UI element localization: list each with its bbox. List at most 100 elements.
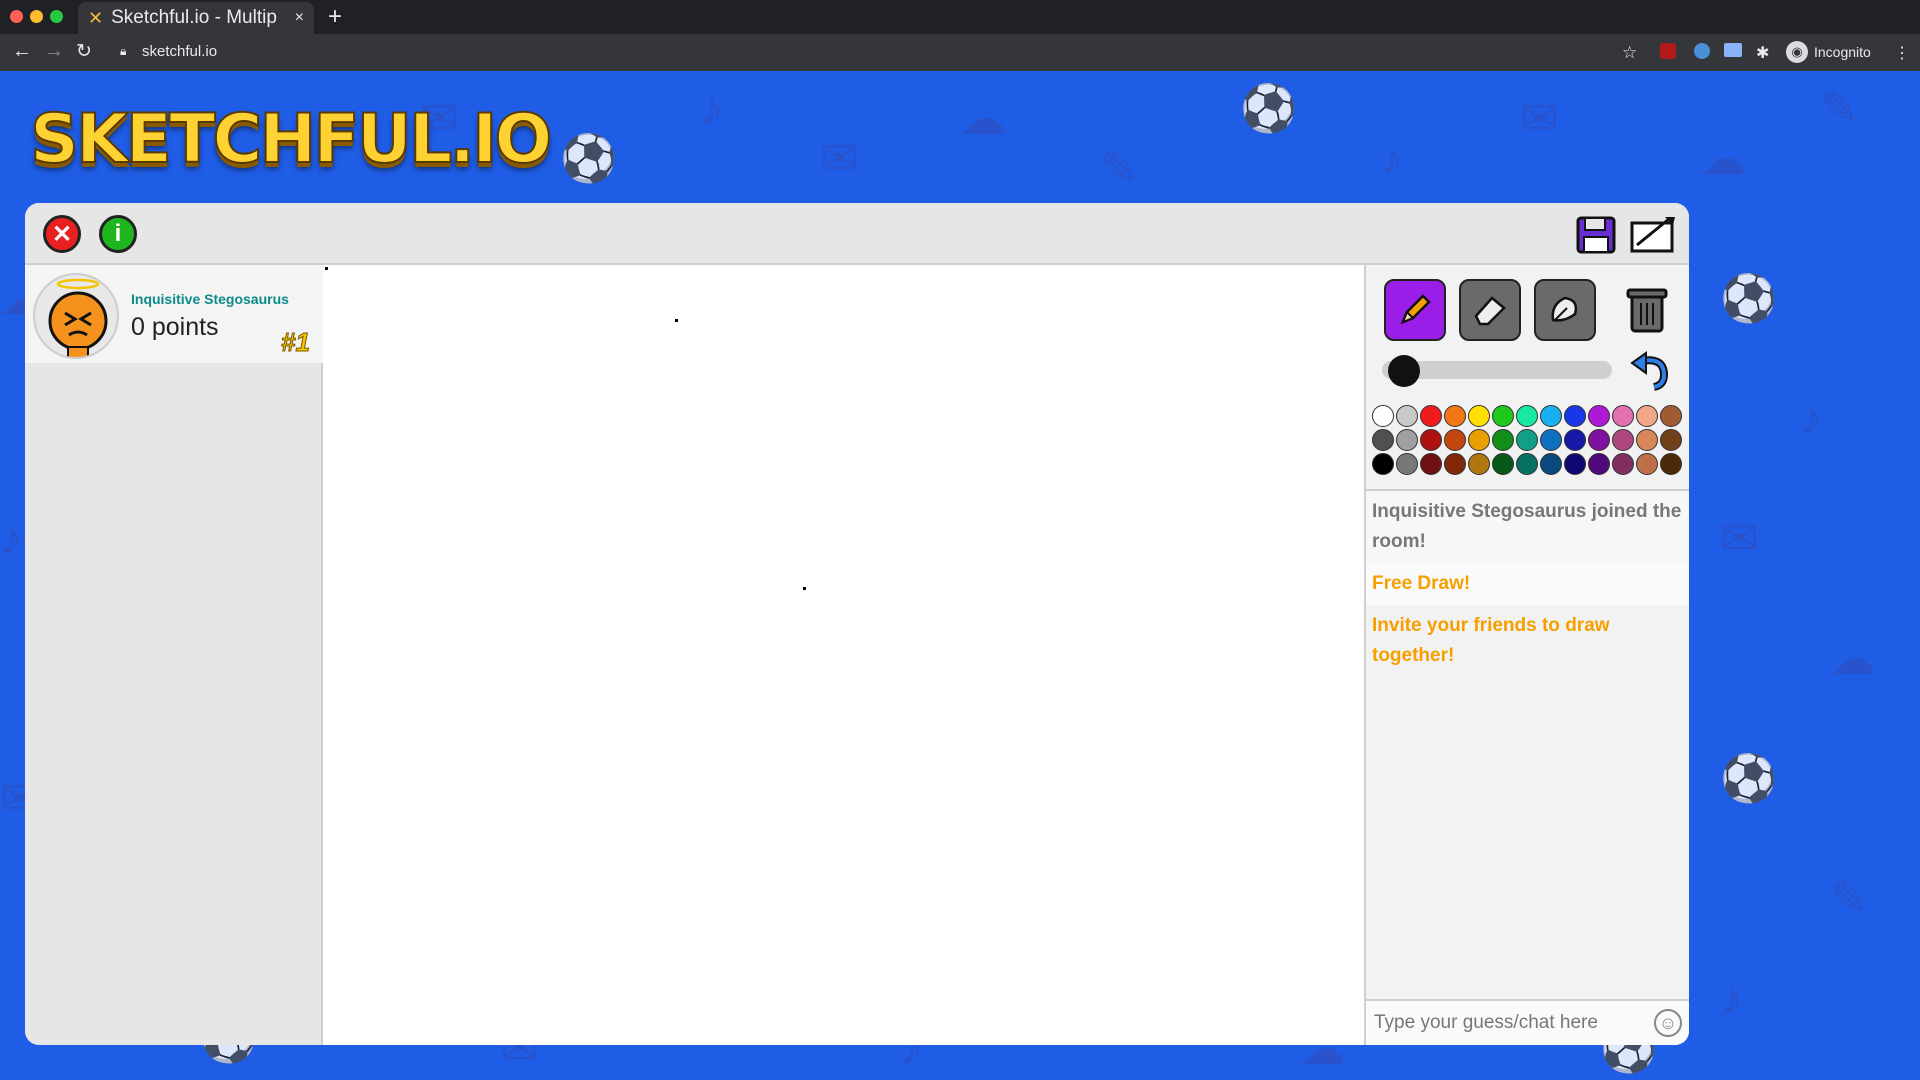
color-swatch[interactable] xyxy=(1396,429,1418,451)
color-swatch[interactable] xyxy=(1636,453,1658,475)
color-swatch[interactable] xyxy=(1420,453,1442,475)
lock-icon: 🔒︎ xyxy=(120,44,127,58)
reload-icon[interactable]: ↻ xyxy=(76,40,92,63)
close-window-icon[interactable] xyxy=(10,10,23,23)
color-swatch[interactable] xyxy=(1540,429,1562,451)
halo-face-avatar-icon xyxy=(48,278,108,357)
color-swatch[interactable] xyxy=(1612,453,1634,475)
color-swatch[interactable] xyxy=(1492,405,1514,427)
new-tab-button[interactable]: + xyxy=(328,3,342,31)
back-arrow-icon[interactable]: ← xyxy=(12,40,32,63)
close-icon: ✕ xyxy=(51,220,73,248)
canvas-mark xyxy=(325,267,328,270)
tab-close-icon[interactable]: × xyxy=(295,9,304,27)
color-swatch[interactable] xyxy=(1516,453,1538,475)
save-floppy-icon[interactable] xyxy=(1575,215,1617,255)
browser-menu-icon[interactable]: ⋮ xyxy=(1894,43,1910,63)
chat-input[interactable] xyxy=(1366,1001,1646,1045)
color-swatch[interactable] xyxy=(1468,453,1490,475)
brush-size-slider[interactable] xyxy=(1382,355,1612,387)
color-swatch[interactable] xyxy=(1492,453,1514,475)
color-swatch[interactable] xyxy=(1588,429,1610,451)
color-swatch[interactable] xyxy=(1564,429,1586,451)
player-points: 0 points xyxy=(131,313,219,341)
fullscreen-canvas-icon[interactable] xyxy=(1629,215,1677,255)
canvas-mark xyxy=(675,319,678,322)
color-swatch[interactable] xyxy=(1372,405,1394,427)
extensions-puzzle-icon[interactable]: ✱ xyxy=(1756,43,1769,63)
player-rank: #1 xyxy=(281,327,311,358)
color-swatch[interactable] xyxy=(1420,429,1442,451)
fill-tool-button[interactable] xyxy=(1534,279,1596,341)
drawing-canvas[interactable] xyxy=(323,265,1364,1045)
player-avatar xyxy=(33,273,119,359)
color-swatch[interactable] xyxy=(1468,405,1490,427)
color-swatch[interactable] xyxy=(1444,429,1466,451)
color-swatch[interactable] xyxy=(1636,405,1658,427)
undo-arrow-icon[interactable] xyxy=(1628,351,1672,391)
incognito-icon: ◉ xyxy=(1786,41,1808,63)
tab-title: Sketchful.io - Multip xyxy=(111,7,277,28)
pencil-tool-button[interactable] xyxy=(1384,279,1446,341)
eraser-tool-button[interactable] xyxy=(1459,279,1521,341)
color-swatch[interactable] xyxy=(1564,453,1586,475)
color-swatch[interactable] xyxy=(1660,429,1682,451)
game-panel: ✕ i Inquisitive Stegosaurus 0 points #1 … xyxy=(25,203,1689,1045)
incognito-label: Incognito xyxy=(1814,44,1871,60)
incognito-indicator[interactable]: ◉ Incognito xyxy=(1786,40,1871,64)
browser-tab[interactable]: ✕ Sketchful.io - Multip × xyxy=(78,2,314,34)
url-field[interactable]: sketchful.io xyxy=(142,43,217,60)
maximize-window-icon[interactable] xyxy=(50,10,63,23)
color-swatch[interactable] xyxy=(1564,405,1586,427)
color-swatch[interactable] xyxy=(1588,453,1610,475)
paint-bucket-icon xyxy=(1551,296,1578,322)
color-swatch[interactable] xyxy=(1372,453,1394,475)
chat-message: Invite your friends to draw together! xyxy=(1372,615,1610,666)
forward-arrow-icon[interactable]: → xyxy=(44,40,64,63)
color-swatch[interactable] xyxy=(1396,405,1418,427)
brush-size-knob[interactable] xyxy=(1388,355,1420,387)
color-swatch[interactable] xyxy=(1636,429,1658,451)
clear-canvas-trash-icon[interactable] xyxy=(1626,285,1668,335)
chat-message: Free Draw! xyxy=(1366,563,1689,605)
color-swatch[interactable] xyxy=(1444,405,1466,427)
exit-game-button[interactable]: ✕ xyxy=(43,215,81,253)
sketchful-logo: SKETCHFUL.IO xyxy=(29,99,553,180)
color-swatch[interactable] xyxy=(1660,405,1682,427)
color-swatch[interactable] xyxy=(1516,429,1538,451)
canvas-mark xyxy=(803,587,806,590)
color-swatch[interactable] xyxy=(1612,405,1634,427)
info-button[interactable]: i xyxy=(99,215,137,253)
pencil-icon xyxy=(1400,294,1431,325)
extension-icon[interactable] xyxy=(1694,43,1710,59)
browser-address-bar: ← → ↻ 🔒︎ sketchful.io ☆ ✱ ◉ Incognito ⋮ xyxy=(0,34,1920,71)
color-swatch[interactable] xyxy=(1396,453,1418,475)
player-name: Inquisitive Stegosaurus xyxy=(131,291,289,307)
color-swatch[interactable] xyxy=(1372,429,1394,451)
color-swatch[interactable] xyxy=(1420,405,1442,427)
chat-input-area: ☺ xyxy=(1366,999,1689,1045)
color-swatch[interactable] xyxy=(1492,429,1514,451)
minimize-window-icon[interactable] xyxy=(30,10,43,23)
ublock-extension-icon[interactable] xyxy=(1660,43,1676,59)
color-swatch[interactable] xyxy=(1540,453,1562,475)
players-list: Inquisitive Stegosaurus 0 points #1 xyxy=(25,265,323,1045)
chat-log: Inquisitive Stegosaurus joined the room!… xyxy=(1366,489,1689,999)
screenshot-extension-icon[interactable] xyxy=(1724,43,1742,57)
color-swatch[interactable] xyxy=(1540,405,1562,427)
color-swatch[interactable] xyxy=(1468,429,1490,451)
emoji-picker-icon[interactable]: ☺ xyxy=(1654,1009,1682,1037)
color-swatch[interactable] xyxy=(1444,453,1466,475)
color-swatch[interactable] xyxy=(1660,453,1682,475)
color-swatch[interactable] xyxy=(1516,405,1538,427)
color-swatch[interactable] xyxy=(1612,429,1634,451)
sketchful-favicon-icon: ✕ xyxy=(88,7,104,28)
browser-tab-bar: ✕ Sketchful.io - Multip × + xyxy=(0,0,1920,34)
eraser-icon xyxy=(1474,296,1506,326)
bookmark-star-icon[interactable]: ☆ xyxy=(1622,43,1637,63)
player-card[interactable]: Inquisitive Stegosaurus 0 points #1 xyxy=(25,265,323,363)
tools-and-chat-panel: Inquisitive Stegosaurus joined the room!… xyxy=(1364,265,1689,1045)
chat-message: Inquisitive Stegosaurus joined the room! xyxy=(1366,491,1689,563)
info-icon: i xyxy=(114,220,122,247)
color-swatch[interactable] xyxy=(1588,405,1610,427)
